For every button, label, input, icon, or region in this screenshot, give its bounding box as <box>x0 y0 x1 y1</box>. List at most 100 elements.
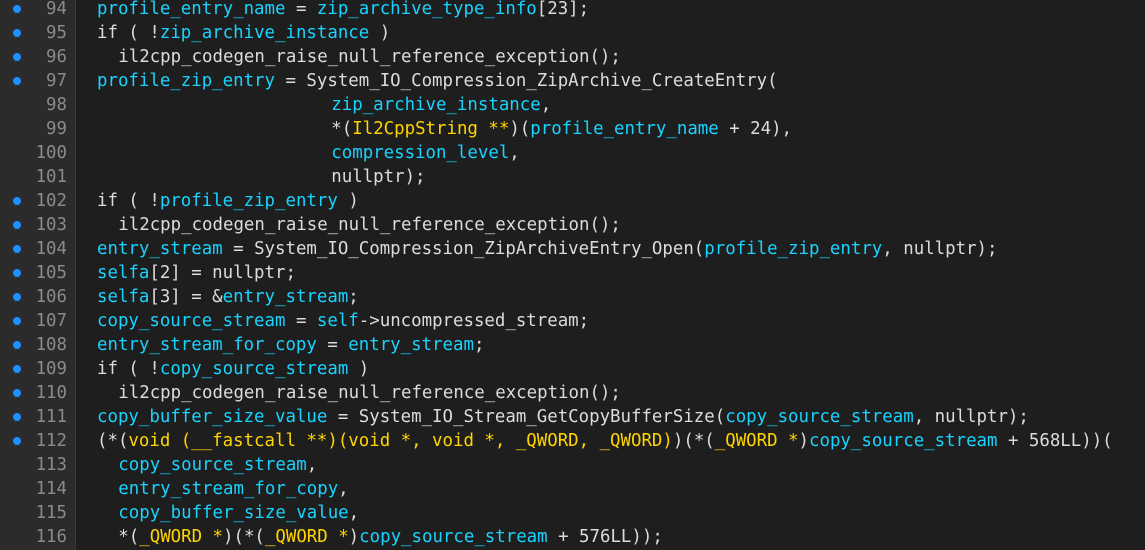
breakpoint-dot-icon[interactable] <box>13 437 21 445</box>
code-token: = <box>222 239 255 259</box>
code-token: entry_stream_for_copy <box>118 479 339 499</box>
code-text: copy_source_stream, <box>118 453 317 477</box>
code-token: [23]; <box>536 0 590 19</box>
code-token: ) <box>348 359 370 379</box>
code-text: if ( !zip_archive_instance ) <box>97 21 390 45</box>
code-token: ( ! <box>117 23 160 43</box>
breakpoint-dot-icon[interactable] <box>13 221 21 229</box>
code-editor[interactable]: 94 profile_entry_name = zip_archive_type_… <box>0 0 1145 550</box>
code-text: selfa[2] = nullptr; <box>97 261 296 285</box>
breakpoint-dot-icon[interactable] <box>13 341 21 349</box>
code-line[interactable]: 112 (*(void (__fastcall **)(void *, void … <box>0 429 1145 453</box>
code-line[interactable]: 107 copy_source_stream = self->uncompress… <box>0 309 1145 333</box>
code-text: profile_entry_name = zip_archive_type_in… <box>97 0 589 21</box>
code-line[interactable]: 100 compression_level, <box>0 141 1145 165</box>
code-text: il2cpp_codegen_raise_null_reference_exce… <box>118 213 621 237</box>
code-line[interactable]: 95 if ( !zip_archive_instance ) <box>0 21 1145 45</box>
code-token: void (__fastcall **)(void *, void *, _QW… <box>128 431 673 451</box>
code-line[interactable]: 105 selfa[2] = nullptr; <box>0 261 1145 285</box>
breakpoint-dot-icon[interactable] <box>13 293 21 301</box>
code-token: if <box>97 191 118 211</box>
line-number: 97 <box>46 71 67 91</box>
code-token: copy_source_stream <box>809 431 998 451</box>
code-line[interactable]: 110 il2cpp_codegen_raise_null_reference_e… <box>0 381 1145 405</box>
line-number: 107 <box>35 311 67 331</box>
code-token: ) <box>798 431 810 451</box>
code-line[interactable]: 114 entry_stream_for_copy, <box>0 477 1145 501</box>
code-line[interactable]: 99 *(Il2CppString **)(profile_entry_name … <box>0 117 1145 141</box>
code-token: profile_zip_entry <box>704 239 883 259</box>
code-token: compression_level <box>331 143 510 163</box>
code-token: )( <box>509 119 531 139</box>
code-line[interactable]: 94 profile_entry_name = zip_archive_type_… <box>0 0 1145 21</box>
line-number: 104 <box>35 239 67 259</box>
breakpoint-dot-icon[interactable] <box>13 53 21 61</box>
breakpoint-dot-icon[interactable] <box>13 317 21 325</box>
line-number: 108 <box>35 335 67 355</box>
code-token: System_IO_Stream_GetCopyBufferSize( <box>358 407 726 427</box>
code-line[interactable]: 108 entry_stream_for_copy = entry_stream; <box>0 333 1145 357</box>
code-line[interactable]: 111 copy_buffer_size_value = System_IO_St… <box>0 405 1145 429</box>
code-token: profile_zip_entry <box>97 71 275 91</box>
code-text: if ( !profile_zip_entry ) <box>97 189 359 213</box>
code-token: System_IO_Compression_ZipArchiveEntry_Op… <box>254 239 705 259</box>
code-token: _QWORD * <box>139 527 224 547</box>
code-token: copy_buffer_size_value <box>118 503 349 523</box>
code-text: il2cpp_codegen_raise_null_reference_exce… <box>118 381 621 405</box>
code-line[interactable]: 106 selfa[3] = &entry_stream; <box>0 285 1145 309</box>
line-number: 96 <box>46 47 67 67</box>
code-token: copy_source_stream <box>359 527 548 547</box>
code-line[interactable]: 102 if ( !profile_zip_entry ) <box>0 189 1145 213</box>
code-line[interactable]: 98 zip_archive_instance, <box>0 93 1145 117</box>
code-text: selfa[3] = &entry_stream; <box>97 285 359 309</box>
code-line[interactable]: 101 nullptr); <box>0 165 1145 189</box>
breakpoint-dot-icon[interactable] <box>13 245 21 253</box>
code-token: , nullptr); <box>882 239 998 259</box>
code-token: [3] = & <box>149 287 223 307</box>
breakpoint-dot-icon[interactable] <box>13 29 21 37</box>
code-token: System_IO_Compression_ZipArchive_CreateE… <box>306 71 778 91</box>
code-line[interactable]: 103 il2cpp_codegen_raise_null_reference_e… <box>0 213 1145 237</box>
breakpoint-dot-icon[interactable] <box>13 5 21 13</box>
code-line[interactable]: 113 copy_source_stream, <box>0 453 1145 477</box>
code-line[interactable]: 104 entry_stream = System_IO_Compression_… <box>0 237 1145 261</box>
code-token: copy_source_stream <box>97 311 286 331</box>
code-token: ( ! <box>117 191 160 211</box>
breakpoint-dot-icon[interactable] <box>13 389 21 397</box>
code-text: copy_source_stream = self->uncompressed_… <box>97 309 589 333</box>
code-token: selfa <box>97 287 150 307</box>
code-token: copy_source_stream <box>118 455 307 475</box>
breakpoint-dot-icon[interactable] <box>13 269 21 277</box>
code-token: , nullptr); <box>913 407 1029 427</box>
code-line[interactable]: 97 profile_zip_entry = System_IO_Compress… <box>0 69 1145 93</box>
code-line[interactable]: 116 *(_QWORD *)(*(_QWORD *)copy_source_st… <box>0 525 1145 549</box>
breakpoint-dot-icon[interactable] <box>13 365 21 373</box>
code-token: copy_source_stream <box>725 407 914 427</box>
code-token: _QWORD * <box>264 527 349 547</box>
code-text: entry_stream_for_copy = entry_stream; <box>97 333 484 357</box>
breakpoint-dot-icon[interactable] <box>13 413 21 421</box>
code-token: entry_stream <box>222 287 349 307</box>
code-token: ) <box>348 527 360 547</box>
line-number: 112 <box>35 431 67 451</box>
code-text: copy_buffer_size_value, <box>118 501 359 525</box>
code-line[interactable]: 109 if ( !copy_source_stream ) <box>0 357 1145 381</box>
code-line[interactable]: 115 copy_buffer_size_value, <box>0 501 1145 525</box>
line-number: 100 <box>35 143 67 163</box>
breakpoint-dot-icon[interactable] <box>13 197 21 205</box>
code-token: copy_buffer_size_value <box>97 407 328 427</box>
code-token: , <box>338 479 349 499</box>
code-token: )(*( <box>672 431 715 451</box>
breakpoint-dot-icon[interactable] <box>13 77 21 85</box>
code-token: = <box>316 335 349 355</box>
code-token: entry_stream_for_copy <box>97 335 317 355</box>
line-number: 103 <box>35 215 67 235</box>
code-token: ) <box>337 191 359 211</box>
code-text: entry_stream_for_copy, <box>118 477 348 501</box>
code-lines: 94 profile_entry_name = zip_archive_type_… <box>0 0 1145 549</box>
code-token: if <box>97 23 118 43</box>
code-token: *( <box>331 119 353 139</box>
code-token: [2] = nullptr; <box>149 263 296 283</box>
code-line[interactable]: 96 il2cpp_codegen_raise_null_reference_ex… <box>0 45 1145 69</box>
line-number: 105 <box>35 263 67 283</box>
